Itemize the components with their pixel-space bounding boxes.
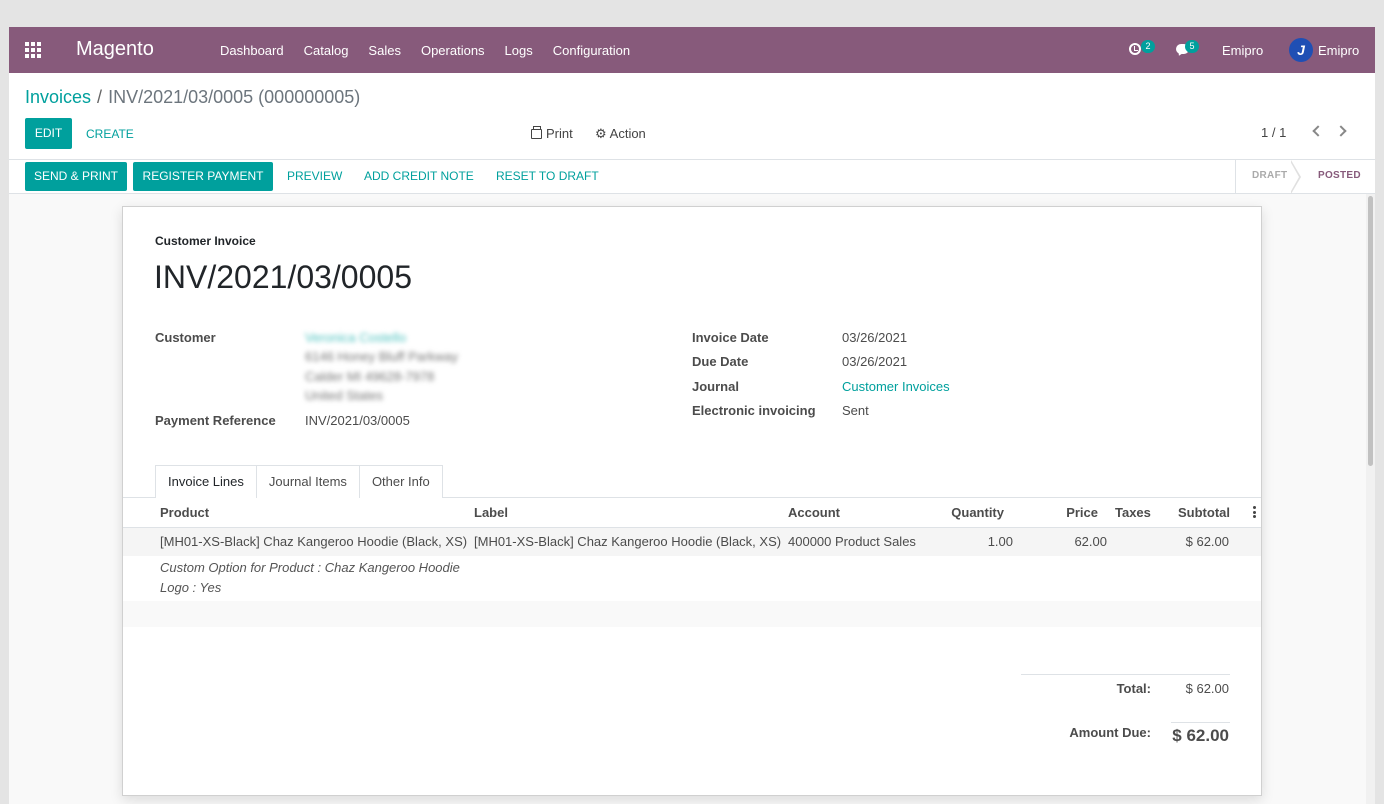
journal-link[interactable]: Customer Invoices (842, 379, 950, 394)
electronic-invoicing-value: Sent (842, 403, 869, 418)
edit-button[interactable]: EDIT (25, 118, 72, 149)
form-statusbar: SEND & PRINT REGISTER PAYMENT PREVIEW AD… (9, 159, 1375, 194)
app-window: Magento Dashboard Catalog Sales Operatio… (9, 27, 1375, 804)
vertical-scrollbar[interactable] (1366, 194, 1375, 804)
payment-reference-value: INV/2021/03/0005 (305, 413, 410, 428)
amount-due-label: Amount Due: (1069, 725, 1151, 740)
pager-value[interactable]: 1 / 1 (1261, 125, 1286, 140)
stage-draft[interactable]: DRAFT (1252, 170, 1287, 181)
apps-menu-icon[interactable] (25, 42, 41, 58)
add-credit-note-button[interactable]: ADD CREDIT NOTE (364, 162, 474, 191)
column-header-product[interactable]: Product (160, 505, 209, 520)
total-value: $ 62.00 (1185, 681, 1229, 696)
breadcrumb: Invoices / INV/2021/03/0005 (000000005) (25, 87, 360, 108)
tab-journal-items[interactable]: Journal Items (255, 465, 360, 498)
invoice-sheet: Customer Invoice INV/2021/03/0005 Custom… (122, 206, 1262, 796)
tab-invoice-lines[interactable]: Invoice Lines (155, 465, 257, 498)
action-label: Action (609, 126, 646, 141)
active-tab-gap (156, 497, 255, 498)
company-switcher[interactable]: Emipro (1222, 43, 1263, 58)
user-menu[interactable]: Emipro (1318, 43, 1359, 58)
activity-clock-icon[interactable] (1129, 43, 1141, 55)
register-payment-button[interactable]: REGISTER PAYMENT (133, 162, 273, 191)
cell-quantity[interactable]: 1.00 (988, 534, 1013, 549)
customer-address-line: Calder MI 49628-7978 (305, 369, 435, 384)
print-dropdown[interactable]: Print (531, 125, 573, 141)
main-menu: Dashboard Catalog Sales Operations Logs … (220, 43, 650, 58)
amount-due-value: $ 62.00 (1172, 726, 1229, 745)
create-button[interactable]: CREATE (86, 127, 134, 141)
electronic-invoicing-label: Electronic invoicing (692, 403, 816, 418)
menu-configuration[interactable]: Configuration (553, 43, 630, 58)
scrollbar-thumb[interactable] (1368, 196, 1373, 466)
menu-logs[interactable]: Logs (505, 43, 533, 58)
stage-posted[interactable]: POSTED (1318, 170, 1361, 181)
menu-operations[interactable]: Operations (421, 43, 485, 58)
column-header-taxes[interactable]: Taxes (1115, 505, 1151, 520)
send-print-button[interactable]: SEND & PRINT (25, 162, 127, 191)
tab-other-info[interactable]: Other Info (358, 465, 443, 498)
customer-name-link[interactable]: Veronica Costello (305, 330, 406, 345)
due-date-label: Due Date (692, 354, 749, 369)
line-note[interactable]: Logo : Yes (160, 580, 221, 595)
optional-columns-kebab-icon[interactable] (1253, 506, 1256, 518)
print-label: Print (546, 126, 573, 141)
journal-label: Journal (692, 379, 739, 394)
breadcrumb-current: INV/2021/03/0005 (000000005) (108, 87, 361, 107)
due-date-value: 03/26/2021 (842, 354, 908, 369)
reset-to-draft-button[interactable]: RESET TO DRAFT (496, 162, 599, 191)
column-header-subtotal[interactable]: Subtotal (1178, 505, 1230, 520)
empty-table-row (123, 601, 1261, 627)
customer-address-line: 6146 Honey Bluff Parkway (305, 349, 458, 364)
amount-due-divider (1171, 722, 1230, 723)
breadcrumb-separator: / (97, 87, 103, 107)
column-header-quantity[interactable]: Quantity (951, 505, 1004, 520)
cell-label[interactable]: [MH01-XS-Black] Chaz Kangeroo Hoodie (Bl… (474, 534, 781, 549)
chevron-left-icon[interactable] (1311, 125, 1321, 137)
cell-price[interactable]: 62.00 (1074, 534, 1107, 549)
breadcrumb-invoices-link[interactable]: Invoices (25, 87, 91, 107)
gear-icon: ⚙ (595, 126, 607, 141)
action-dropdown[interactable]: ⚙ Action (595, 126, 646, 141)
column-header-account[interactable]: Account (788, 505, 840, 520)
activity-count-badge: 2 (1141, 40, 1155, 53)
menu-catalog[interactable]: Catalog (304, 43, 349, 58)
chevron-right-icon[interactable] (1337, 125, 1347, 137)
column-header-price[interactable]: Price (1066, 505, 1098, 520)
invoice-number-title: INV/2021/03/0005 (154, 259, 412, 295)
invoice-type-label: Customer Invoice (155, 234, 256, 248)
payment-reference-label: Payment Reference (155, 413, 276, 428)
invoice-date-label: Invoice Date (692, 330, 769, 345)
stage-arrow-divider (1290, 160, 1301, 194)
total-label: Total: (1116, 681, 1151, 696)
message-count-badge: 5 (1185, 40, 1199, 53)
cell-subtotal[interactable]: $ 62.00 (1186, 534, 1229, 549)
notebook-tabs: Invoice Lines Journal Items Other Info (155, 465, 443, 498)
menu-sales[interactable]: Sales (368, 43, 401, 58)
preview-button[interactable]: PREVIEW (287, 162, 342, 191)
status-stages: DRAFT POSTED (1235, 160, 1375, 194)
line-note[interactable]: Custom Option for Product : Chaz Kangero… (160, 560, 460, 575)
top-navbar: Magento Dashboard Catalog Sales Operatio… (9, 27, 1375, 73)
menu-dashboard[interactable]: Dashboard (220, 43, 284, 58)
printer-icon (531, 125, 542, 139)
cell-product[interactable]: [MH01-XS-Black] Chaz Kangeroo Hoodie (Bl… (160, 534, 467, 549)
invoice-date-value: 03/26/2021 (842, 330, 908, 345)
cell-account[interactable]: 400000 Product Sales (788, 534, 916, 549)
user-avatar[interactable]: J (1289, 38, 1313, 62)
app-brand[interactable]: Magento (76, 38, 154, 61)
customer-label: Customer (155, 330, 216, 345)
totals-divider (1021, 674, 1230, 675)
column-header-label[interactable]: Label (474, 505, 508, 520)
customer-address-line: United States (305, 388, 384, 403)
